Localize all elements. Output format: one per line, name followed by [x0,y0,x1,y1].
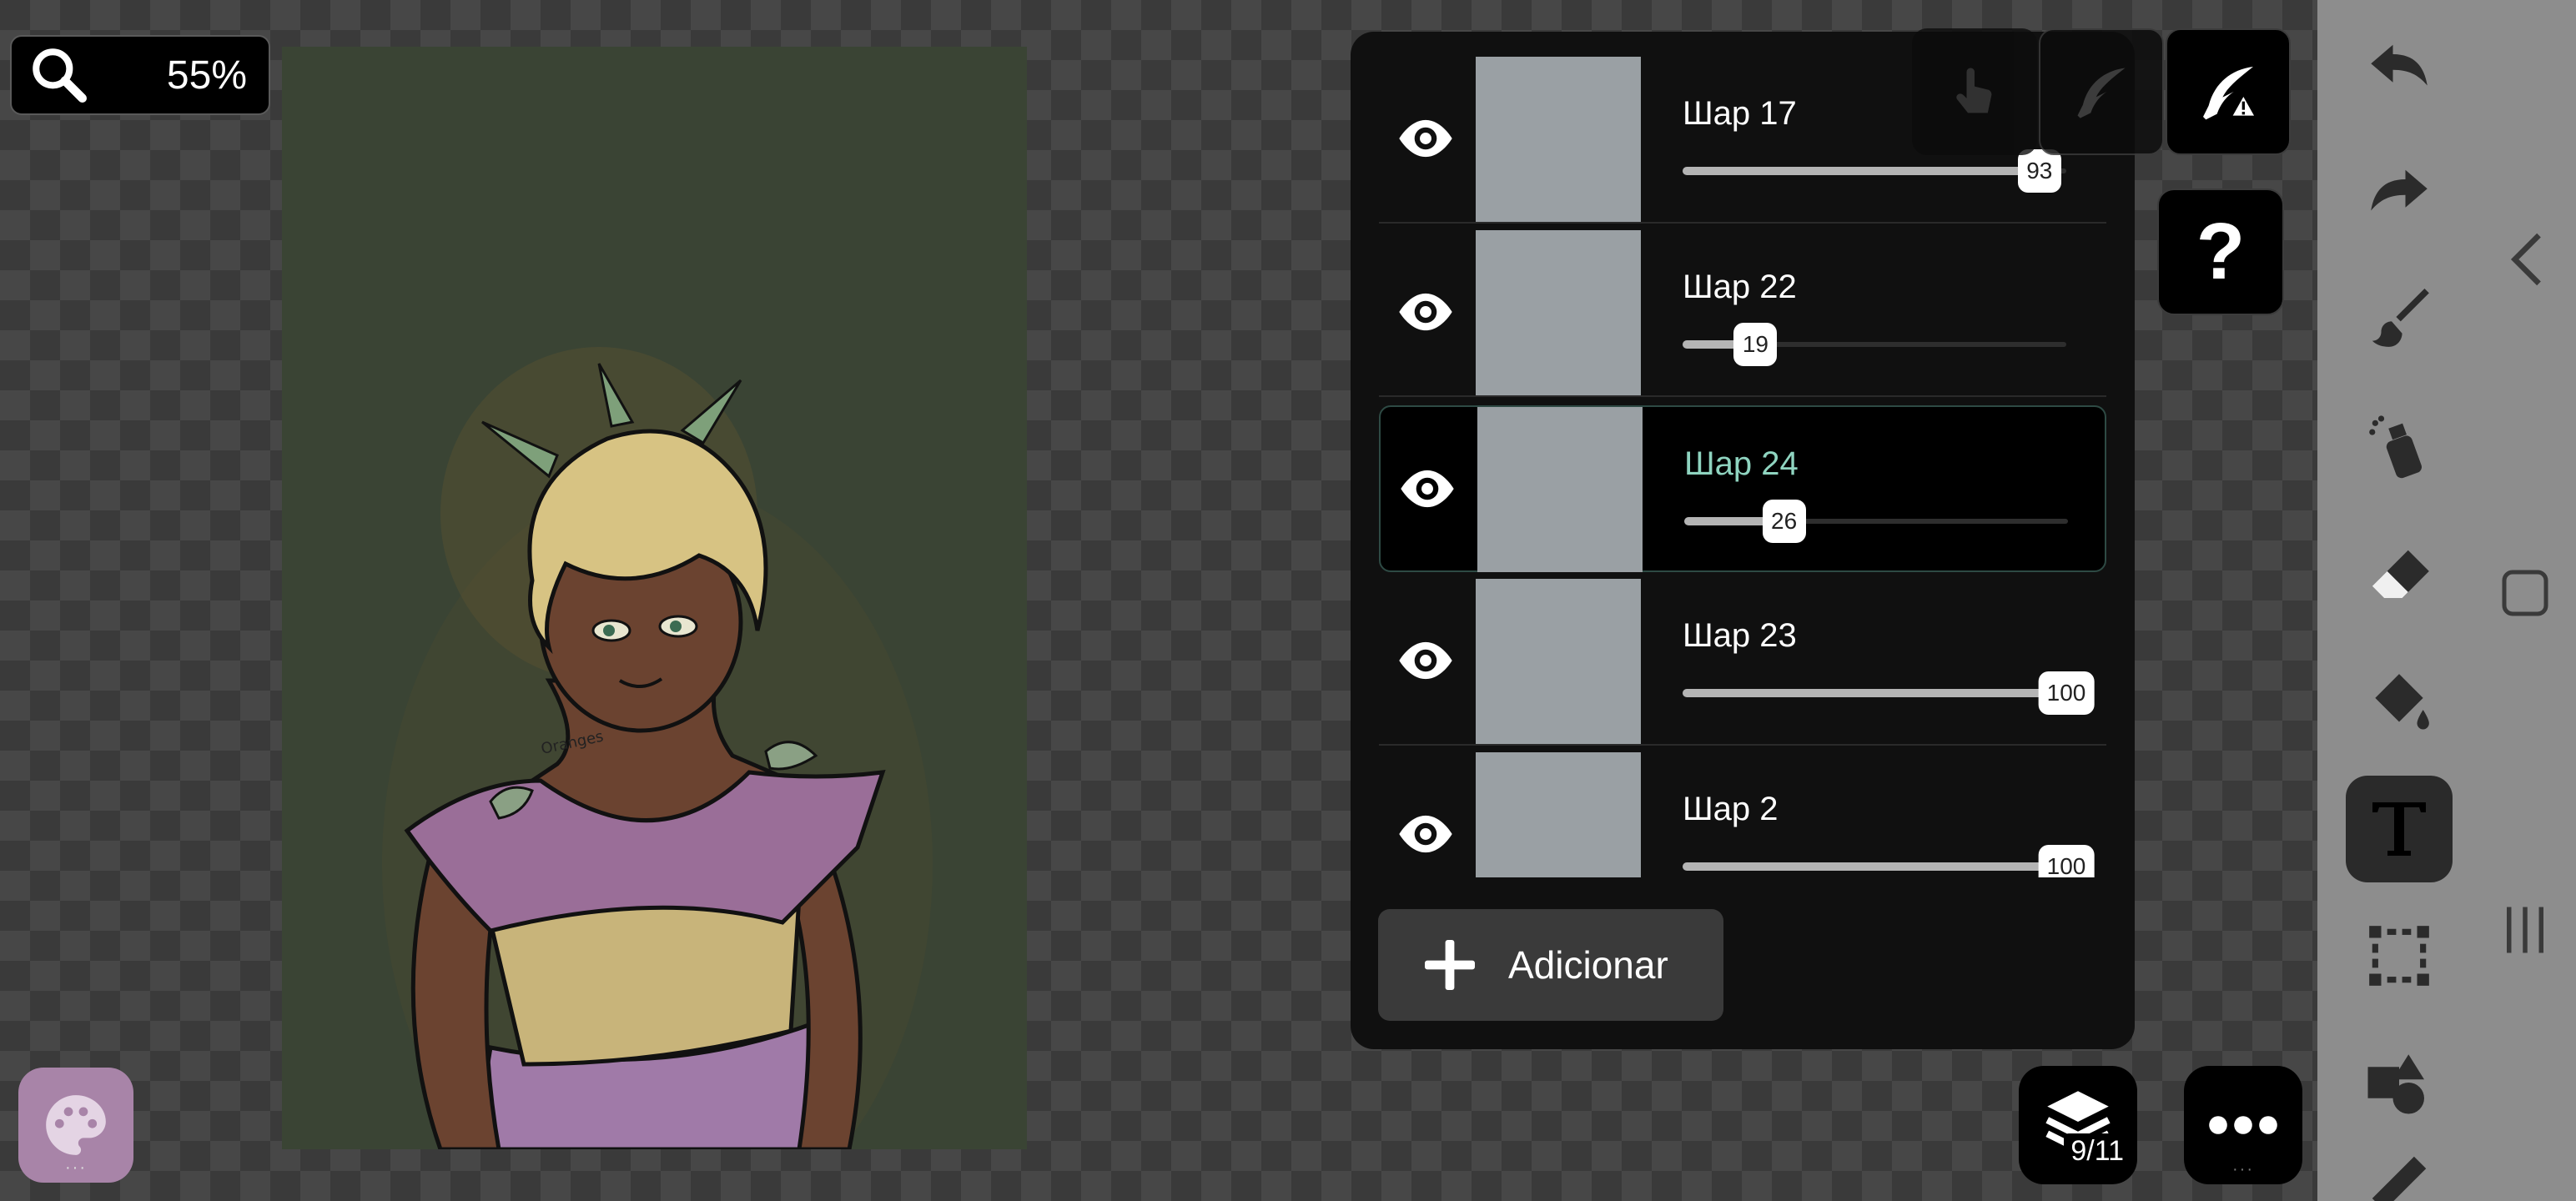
eye-visible-icon[interactable] [1394,280,1457,344]
layer-row[interactable]: Шар 23 100 [1379,579,2106,746]
pen-quill-icon [2077,68,2126,118]
eye-visible-icon[interactable] [1394,802,1457,866]
more-indicator: ··· [65,1158,87,1177]
palette-icon [46,1095,106,1155]
system-recents-button[interactable] [2496,901,2554,959]
layer-name: Шар 2 [1683,791,1779,827]
more-indicator: ··· [2232,1160,2254,1178]
artwork: Oranges [382,347,933,1149]
layer-thumbnail[interactable] [1476,752,1641,877]
layer-name: Шар 17 [1683,95,1797,132]
ruler-icon [2372,1156,2427,1201]
redo-button[interactable] [2346,138,2453,245]
layer-thumbnail[interactable] [1476,579,1641,744]
opacity-slider[interactable]: 93 [1683,149,2066,193]
touch-hand-icon [1956,68,1992,113]
help-button[interactable]: ? [2157,188,2284,315]
fill-tool[interactable] [2346,651,2453,757]
redo-icon [2371,169,2428,211]
eye-visible-icon[interactable] [1394,107,1457,170]
layer-thumbnail[interactable] [1476,230,1641,395]
pen-mode-button[interactable] [2039,28,2164,155]
pen-only-mode-button[interactable] [2166,28,2291,155]
text-icon [2372,802,2426,856]
layers-panel: Шар 17 93 Шар 22 19 Шар 24 26 Шар 23 100 [1351,32,2135,1049]
layer-thumbnail[interactable] [1477,407,1643,572]
eye-visible-icon[interactable] [1394,629,1457,692]
shapes-icon [2367,1054,2424,1114]
tools-toolbar [2317,0,2576,1201]
spray-tool[interactable] [2346,394,2453,500]
touch-mode-button[interactable] [1912,28,2037,155]
eraser-tool[interactable] [2346,524,2453,631]
add-layer-button[interactable]: Adicionar [1378,909,1723,1021]
drawing-canvas[interactable]: Oranges [282,47,1027,1149]
opacity-value[interactable]: 93 [2017,149,2061,193]
help-label: ? [2196,207,2246,296]
opacity-slider[interactable]: 100 [1683,671,2095,715]
home-square-icon [2502,570,2548,616]
brush-tool[interactable] [2346,264,2453,370]
opacity-slider[interactable]: 26 [1684,500,2068,543]
system-back-button[interactable] [2496,230,2554,289]
layer-row-selected[interactable]: Шар 24 26 [1379,405,2106,572]
magnifier-icon [33,48,87,103]
zoom-indicator[interactable]: 55% [10,35,270,115]
back-chevron-icon [2510,233,2541,286]
zoom-value: 55% [166,53,247,98]
plus-icon [1425,940,1475,990]
spray-icon [2369,415,2422,479]
more-options-button[interactable]: ··· [2184,1066,2302,1184]
opacity-slider[interactable]: 100 [1683,845,2095,877]
layer-row[interactable]: Шар 2 100 [1379,752,2106,877]
layers-button[interactable]: 9/11 [2019,1066,2137,1184]
eye-visible-icon[interactable] [1396,457,1459,520]
fill-bucket-icon [2375,674,2429,730]
opacity-value[interactable]: 100 [2038,671,2095,715]
opacity-value[interactable]: 26 [1762,500,1806,543]
layer-row[interactable]: Шар 22 19 [1379,230,2106,397]
selection-icon [2369,926,2429,986]
opacity-slider[interactable]: 19 [1683,323,2066,366]
recents-icon [2507,907,2543,953]
selection-tool[interactable] [2346,902,2453,1009]
text-tool[interactable] [2346,776,2453,882]
layer-name: Шар 23 [1683,617,1797,654]
layer-thumbnail[interactable] [1476,57,1641,222]
add-layer-label: Adicionar [1508,943,1668,987]
shapes-tool[interactable] [2346,1029,2453,1136]
input-mode-group [1912,28,2291,155]
undo-icon [2371,44,2428,86]
opacity-value[interactable]: 19 [1733,323,1778,366]
brush-icon [2372,288,2429,347]
layer-name: Шар 22 [1683,269,1797,305]
undo-button[interactable] [2346,13,2453,120]
color-palette-button[interactable]: ··· [18,1068,133,1183]
layer-count: 9/11 [2064,1133,2131,1169]
eraser-icon [2372,550,2429,599]
layer-name: Шар 24 [1684,445,1799,482]
ruler-tool[interactable] [2346,1148,2453,1201]
system-home-button[interactable] [2496,564,2554,622]
more-dots-icon [2209,1116,2277,1134]
pen-quill-warning-icon [2203,67,2258,120]
opacity-value[interactable]: 100 [2038,845,2095,877]
